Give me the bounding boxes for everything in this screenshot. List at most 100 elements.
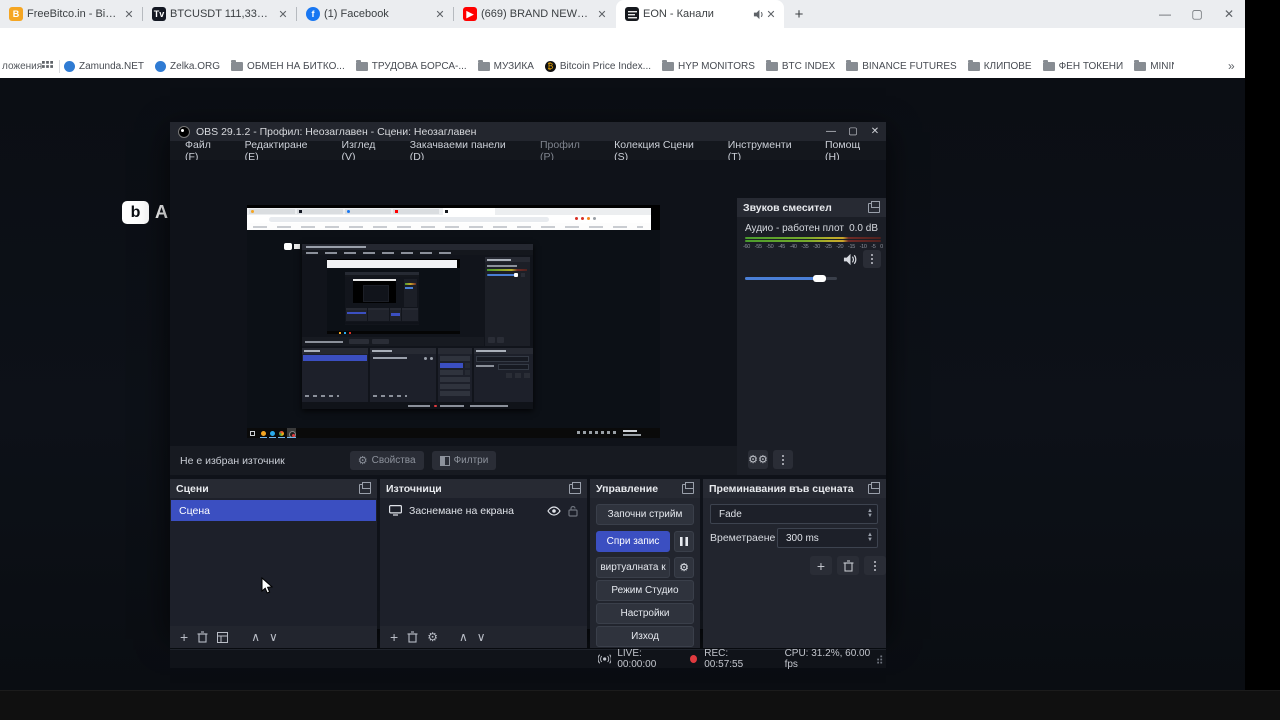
menu-help[interactable]: Помощ (H) xyxy=(816,139,886,163)
tab-youtube[interactable]: ▶ (669) BRAND NEW Fugitive: Th ✕ xyxy=(454,0,615,28)
scene-item-selected[interactable]: Сцена xyxy=(171,500,376,521)
mini-source-toolbar xyxy=(302,337,484,346)
stop-recording-button[interactable]: Спри запис xyxy=(596,531,670,552)
speaker-icon[interactable] xyxy=(843,252,858,267)
lock-icon[interactable] xyxy=(568,505,578,517)
tab-audio-icon[interactable] xyxy=(753,9,764,20)
scene-down-icon[interactable]: ∨ xyxy=(269,631,278,643)
virtual-camera-button[interactable]: виртуалната к xyxy=(596,557,670,578)
scenes-header[interactable]: Сцени xyxy=(170,479,377,498)
transition-select[interactable]: Fade ▲ ▼ xyxy=(710,504,878,524)
menu-edit[interactable]: Редактиране (E) xyxy=(236,139,333,163)
apps-grid-icon[interactable] xyxy=(42,61,53,72)
duration-spin-arrows[interactable]: ▲ ▼ xyxy=(867,532,877,543)
add-scene-icon[interactable]: + xyxy=(180,630,188,644)
bookmark-folder[interactable]: ТРУДОВА БОРСА-... xyxy=(355,60,467,72)
bookmark-folder[interactable]: ФЕН ТОКЕНИ xyxy=(1042,60,1123,72)
studio-mode-button[interactable]: Режим Студио xyxy=(596,580,694,601)
transition-options-button[interactable] xyxy=(864,556,886,575)
source-item[interactable]: Заснемане на екрана xyxy=(381,500,586,521)
bookmark-item[interactable]: Zamunda.NET xyxy=(64,61,144,72)
transition-select-arrows[interactable]: ▲ ▼ xyxy=(867,508,877,519)
menu-view[interactable]: Изглед (V) xyxy=(333,139,401,163)
visibility-eye-icon[interactable] xyxy=(547,505,561,516)
tab-close-icon[interactable]: ✕ xyxy=(595,8,609,21)
tab-close-icon[interactable]: ✕ xyxy=(433,8,447,21)
add-transition-button[interactable]: + xyxy=(810,556,832,575)
bookmark-item[interactable]: Zelka.ORG xyxy=(155,61,220,72)
volume-slider-fill xyxy=(745,277,817,280)
exit-button[interactable]: Изход xyxy=(596,626,694,647)
audio-options-button[interactable] xyxy=(863,250,881,268)
sources-header[interactable]: Източници xyxy=(380,479,587,498)
bookmark-folder[interactable]: BINANCE FUTURES xyxy=(846,60,957,72)
bookmarks-apps-label[interactable]: ложения xyxy=(2,61,42,72)
menu-tools[interactable]: Инструменти (T) xyxy=(719,139,816,163)
scene-up-icon[interactable]: ∧ xyxy=(251,631,260,643)
settings-button[interactable]: Настройки xyxy=(596,603,694,624)
source-properties-icon[interactable]: ⚙ xyxy=(427,631,438,643)
scene-filters-icon[interactable] xyxy=(217,631,229,643)
menu-profile[interactable]: Профил (P) xyxy=(531,139,605,163)
source-toolbar: Не е избран източник ⚙ Свойства Филтри xyxy=(170,446,737,475)
filters-button[interactable]: Филтри xyxy=(431,451,497,470)
pause-recording-button[interactable] xyxy=(674,531,694,552)
popout-icon[interactable] xyxy=(868,481,880,494)
window-close-button[interactable]: ✕ xyxy=(1214,0,1244,28)
transitions-header[interactable]: Преминавания във сцената xyxy=(703,479,886,498)
popout-icon[interactable] xyxy=(868,200,880,213)
bookmark-folder[interactable]: BTC INDEX xyxy=(765,60,835,72)
tab-close-icon[interactable]: ✕ xyxy=(276,8,290,21)
tab-tradingview[interactable]: Tv BTCUSDT 111,335.01 ▼ -0.32% ✕ xyxy=(143,0,296,28)
window-maximize-button[interactable]: ▢ xyxy=(1182,0,1212,28)
mixer-menu-button[interactable] xyxy=(773,450,793,469)
folder-icon xyxy=(967,60,980,71)
window-minimize-button[interactable]: — xyxy=(1150,0,1180,28)
volume-meter-right xyxy=(745,240,881,242)
mini-scenes-dock xyxy=(302,348,368,402)
bookmarks-overflow-chevron[interactable]: » xyxy=(1228,59,1235,73)
zelka-icon xyxy=(155,61,167,72)
source-down-icon[interactable]: ∨ xyxy=(477,631,486,643)
bookmark-item[interactable]: ₿ Bitcoin Price Index... xyxy=(544,61,651,72)
mini-obs-window xyxy=(302,244,533,409)
volume-slider[interactable] xyxy=(745,275,837,282)
tab-facebook[interactable]: f (1) Facebook ✕ xyxy=(297,0,453,28)
advanced-audio-button[interactable]: ⚙⚙ xyxy=(748,450,768,469)
bookmark-folder[interactable]: ОБМЕН НА БИТКО... xyxy=(231,60,345,72)
remove-source-icon[interactable] xyxy=(407,631,418,643)
resize-grip[interactable] xyxy=(875,655,883,664)
tab-eon-active[interactable]: EON - Канали ✕ xyxy=(616,0,784,28)
menu-scene-collection[interactable]: Колекция Сцени (S) xyxy=(605,139,719,163)
virtual-camera-settings-button[interactable]: ⚙ xyxy=(674,557,694,578)
start-streaming-button[interactable]: Започни стрийм xyxy=(596,504,694,525)
tab-close-icon[interactable]: ✕ xyxy=(122,8,136,21)
add-source-icon[interactable]: + xyxy=(390,630,398,644)
duration-spinbox[interactable]: 300 ms ▲ ▼ xyxy=(777,528,878,548)
popout-icon[interactable] xyxy=(359,481,371,494)
remove-transition-button[interactable] xyxy=(837,556,859,575)
tab-freebitco[interactable]: B FreeBitco.in - Bitcoin, Bitcoin P ✕ xyxy=(0,0,142,28)
audio-mixer-dock: Звуков смесител Аудио - работен плот 0.0… xyxy=(737,198,886,475)
new-tab-button[interactable]: + xyxy=(786,0,812,28)
popout-icon[interactable] xyxy=(682,481,694,494)
properties-button[interactable]: ⚙ Свойства xyxy=(349,451,424,470)
controls-header[interactable]: Управление xyxy=(590,479,700,498)
volume-slider-handle[interactable] xyxy=(813,275,827,282)
pause-icon xyxy=(680,537,688,546)
tab-close-icon[interactable]: ✕ xyxy=(764,8,778,21)
popout-icon[interactable] xyxy=(569,481,581,494)
menu-docks[interactable]: Закачваеми панели (D) xyxy=(401,139,531,163)
remove-scene-icon[interactable] xyxy=(197,631,208,643)
bookmark-folder[interactable]: КЛИПОВЕ xyxy=(967,60,1032,72)
source-up-icon[interactable]: ∧ xyxy=(459,631,468,643)
bookmark-folder[interactable]: MINING xyxy=(1134,60,1174,72)
menu-file[interactable]: Файл (F) xyxy=(176,139,236,163)
obs-app-icon xyxy=(178,125,190,138)
bookmark-folder[interactable]: МУЗИКА xyxy=(477,60,534,72)
preview-canvas[interactable] xyxy=(247,205,660,438)
audio-mixer-header[interactable]: Звуков смесител xyxy=(737,198,886,217)
tab-title: (669) BRAND NEW Fugitive: Th xyxy=(481,8,591,20)
bookmark-folder[interactable]: HYP MONITORS xyxy=(662,60,755,72)
audio-mixer-title: Звуков смесител xyxy=(743,201,832,214)
